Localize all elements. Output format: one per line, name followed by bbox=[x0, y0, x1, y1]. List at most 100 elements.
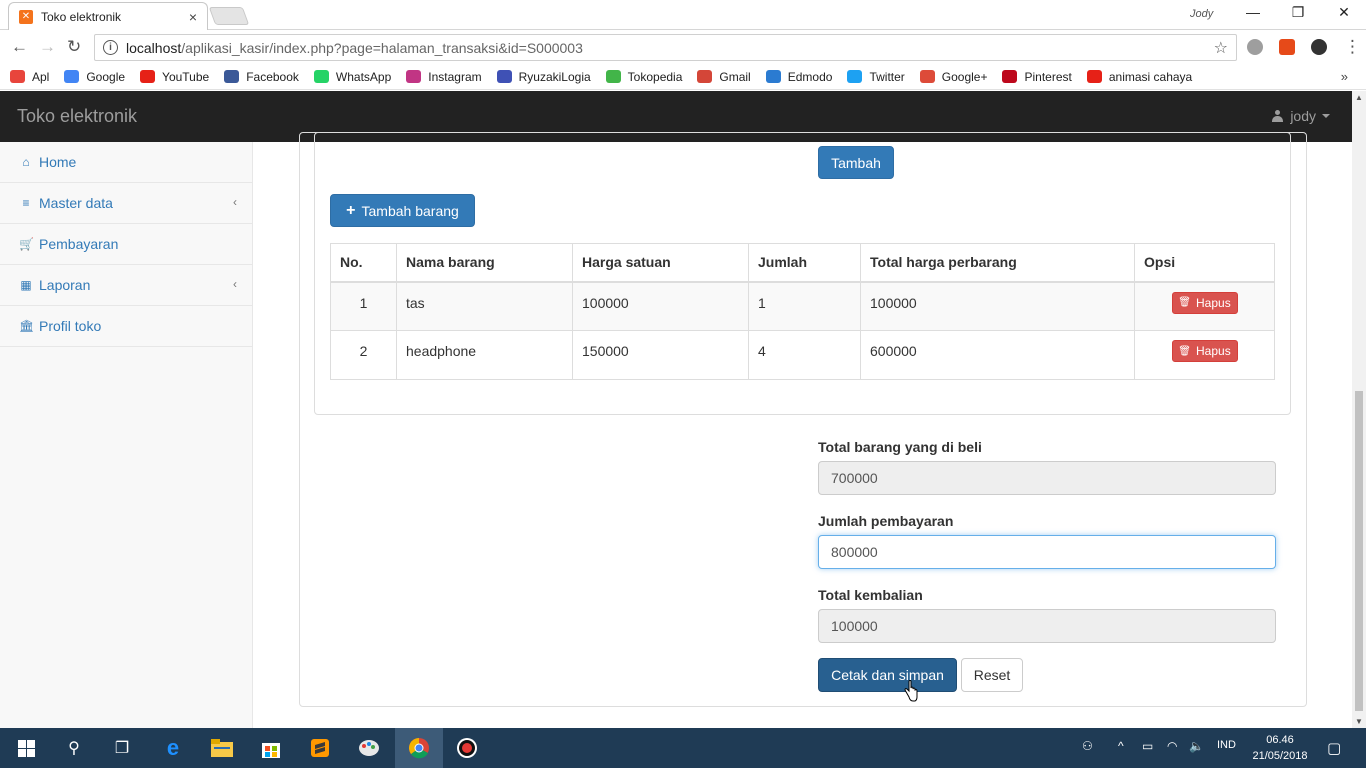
table-header-row: No. Nama barang Harga satuan Jumlah Tota… bbox=[330, 243, 1275, 283]
bookmark-item[interactable]: Pinterest bbox=[1002, 69, 1072, 84]
hapus-button[interactable]: 🗑 Hapus bbox=[1171, 291, 1238, 314]
minimize-button[interactable]: — bbox=[1238, 4, 1268, 20]
browser-profile-name[interactable]: Jody bbox=[1190, 8, 1213, 20]
instagram-icon bbox=[406, 70, 422, 83]
extension-icon[interactable] bbox=[1247, 39, 1263, 55]
bookmark-item[interactable]: WhatsApp bbox=[313, 69, 392, 84]
bookmark-item[interactable]: animasi cahaya bbox=[1086, 70, 1192, 84]
sidebar-item-pembayaran[interactable]: 🛒 Pembayaran bbox=[0, 224, 252, 265]
table-icon: ▦ bbox=[20, 278, 32, 292]
table-row: 2 headphone 150000 4 600000 🗑 Hapus bbox=[330, 330, 1275, 380]
new-tab-button[interactable] bbox=[208, 7, 250, 25]
bookmark-label: Twitter bbox=[869, 69, 905, 84]
youtube-icon bbox=[1086, 70, 1102, 83]
restore-button[interactable]: ❐ bbox=[1283, 4, 1313, 21]
scroll-up-icon[interactable]: ▲ bbox=[1355, 93, 1363, 102]
kembalian-label: Total kembalian bbox=[818, 587, 923, 603]
paint-icon[interactable] bbox=[357, 736, 381, 760]
chrome-menu-icon[interactable]: ⋮ bbox=[1344, 37, 1361, 57]
total-field[interactable]: 700000 bbox=[818, 461, 1276, 495]
column-header-jumlah: Jumlah bbox=[748, 243, 861, 283]
people-icon[interactable]: ⚇ bbox=[1082, 739, 1093, 753]
bookmark-item[interactable]: Google+ bbox=[919, 70, 987, 84]
clock-date: 21/05/2018 bbox=[1252, 750, 1308, 762]
search-icon[interactable]: ⚲ bbox=[62, 736, 86, 760]
browser-tab[interactable]: ✕ Toko elektronik × bbox=[8, 2, 208, 30]
bookmark-label: WhatsApp bbox=[335, 69, 392, 84]
bookmark-star-icon[interactable]: ☆ bbox=[1214, 38, 1228, 58]
sidebar-item-master-data[interactable]: ≡ Master data ‹ bbox=[0, 183, 252, 224]
scroll-down-icon[interactable]: ▼ bbox=[1355, 717, 1363, 726]
database-icon: ≡ bbox=[22, 196, 30, 210]
bookmark-item[interactable]: Google bbox=[64, 70, 125, 84]
store-icon[interactable] bbox=[259, 736, 283, 760]
tab-close-icon[interactable]: × bbox=[189, 9, 197, 25]
column-header-harga: Harga satuan bbox=[572, 243, 749, 283]
caret-down-icon bbox=[1322, 114, 1330, 118]
reload-icon[interactable]: ↻ bbox=[67, 37, 81, 57]
battery-icon[interactable]: ▭ bbox=[1142, 739, 1153, 753]
notifications-icon[interactable]: ▢ bbox=[1327, 739, 1341, 757]
bookmark-item[interactable]: YouTube bbox=[140, 70, 209, 84]
windows-start-icon[interactable] bbox=[14, 736, 38, 760]
bayar-field[interactable]: 800000 bbox=[818, 535, 1276, 569]
screen-recorder-icon[interactable] bbox=[455, 736, 479, 760]
sidebar-item-home[interactable]: ⌂ Home bbox=[0, 142, 252, 183]
bookmarks-overflow-icon[interactable]: » bbox=[1341, 69, 1348, 84]
bookmark-label: Pinterest bbox=[1024, 69, 1072, 84]
taskbar-clock[interactable]: 06.46 21/05/2018 bbox=[1250, 732, 1310, 764]
chrome-icon[interactable] bbox=[407, 736, 431, 760]
bookmark-label: Edmodo bbox=[787, 69, 833, 84]
bookmark-item[interactable]: RyuzakiLogia bbox=[496, 70, 591, 84]
app-brand[interactable]: Toko elektronik bbox=[17, 106, 137, 127]
volume-icon[interactable]: 🔈 bbox=[1189, 739, 1204, 753]
sublime-text-icon[interactable] bbox=[308, 736, 332, 760]
bookmark-label: Facebook bbox=[246, 69, 299, 84]
show-hidden-icons[interactable]: ^ bbox=[1118, 739, 1124, 753]
extension-dark-icon[interactable] bbox=[1311, 39, 1327, 55]
user-name: jody bbox=[1290, 108, 1316, 124]
bayar-label: Jumlah pembayaran bbox=[818, 513, 954, 529]
sidebar: ⌂ Home ≡ Master data ‹ 🛒 Pembayaran ▦ Laporan ‹ 🏛 P… bbox=[0, 142, 253, 728]
extension-paw-icon[interactable] bbox=[1279, 39, 1295, 55]
bookmark-label: Tokopedia bbox=[627, 69, 683, 84]
bookmarks-bar: Apl Google YouTube Facebook WhatsApp Instagra… bbox=[0, 64, 1366, 90]
cart-icon: 🛒 bbox=[19, 237, 34, 251]
bookmark-label: Google bbox=[86, 69, 126, 84]
task-view-icon[interactable]: ❐ bbox=[110, 736, 134, 760]
hapus-button[interactable]: 🗑 Hapus bbox=[1171, 340, 1238, 362]
bookmark-item[interactable]: Edmodo bbox=[765, 69, 833, 84]
user-menu[interactable]: jody bbox=[1272, 108, 1330, 124]
cell-jumlah: 4 bbox=[748, 330, 861, 380]
kembalian-field[interactable]: 100000 bbox=[818, 609, 1276, 643]
sidebar-item-profil-toko[interactable]: 🏛 Profil toko bbox=[0, 306, 252, 347]
page-scrollbar[interactable]: ▲ ▼ bbox=[1352, 91, 1366, 728]
cell-opsi: 🗑 Hapus bbox=[1134, 330, 1275, 380]
address-bar[interactable]: i localhost/aplikasi_kasir/index.php?pag… bbox=[94, 34, 1237, 61]
user-icon bbox=[1272, 110, 1284, 122]
bookmark-item[interactable]: Gmail bbox=[697, 69, 751, 84]
back-icon[interactable]: ← bbox=[11, 37, 28, 57]
bookmark-item[interactable]: Tokopedia bbox=[605, 69, 683, 84]
bookmark-item[interactable]: Instagram bbox=[406, 70, 482, 84]
site-info-icon[interactable]: i bbox=[103, 40, 118, 55]
edge-browser-icon[interactable]: e bbox=[161, 735, 185, 760]
bookmark-label: Gmail bbox=[719, 69, 751, 84]
forward-icon[interactable]: → bbox=[39, 37, 56, 57]
scrollbar-thumb[interactable] bbox=[1355, 391, 1363, 711]
sidebar-item-laporan[interactable]: ▦ Laporan ‹ bbox=[0, 265, 252, 306]
bookmark-item[interactable]: Apl bbox=[10, 70, 49, 84]
wifi-icon[interactable]: ◠ bbox=[1167, 739, 1177, 753]
reset-button[interactable]: Reset bbox=[961, 658, 1023, 692]
close-window-button[interactable]: ✕ bbox=[1329, 4, 1359, 21]
tambah-button[interactable]: Tambah bbox=[818, 146, 894, 179]
cetak-simpan-button[interactable]: Cetak dan simpan bbox=[818, 658, 957, 692]
google-plus-icon bbox=[919, 70, 935, 83]
cell-jumlah: 1 bbox=[748, 281, 861, 331]
language-indicator[interactable]: IND bbox=[1217, 739, 1236, 751]
clock-time: 06.46 bbox=[1266, 734, 1294, 746]
bookmark-item[interactable]: Facebook bbox=[224, 70, 299, 84]
tambah-barang-button[interactable]: + Tambah barang bbox=[330, 194, 475, 227]
bookmark-item[interactable]: Twitter bbox=[847, 69, 905, 84]
file-explorer-icon[interactable] bbox=[210, 736, 234, 760]
